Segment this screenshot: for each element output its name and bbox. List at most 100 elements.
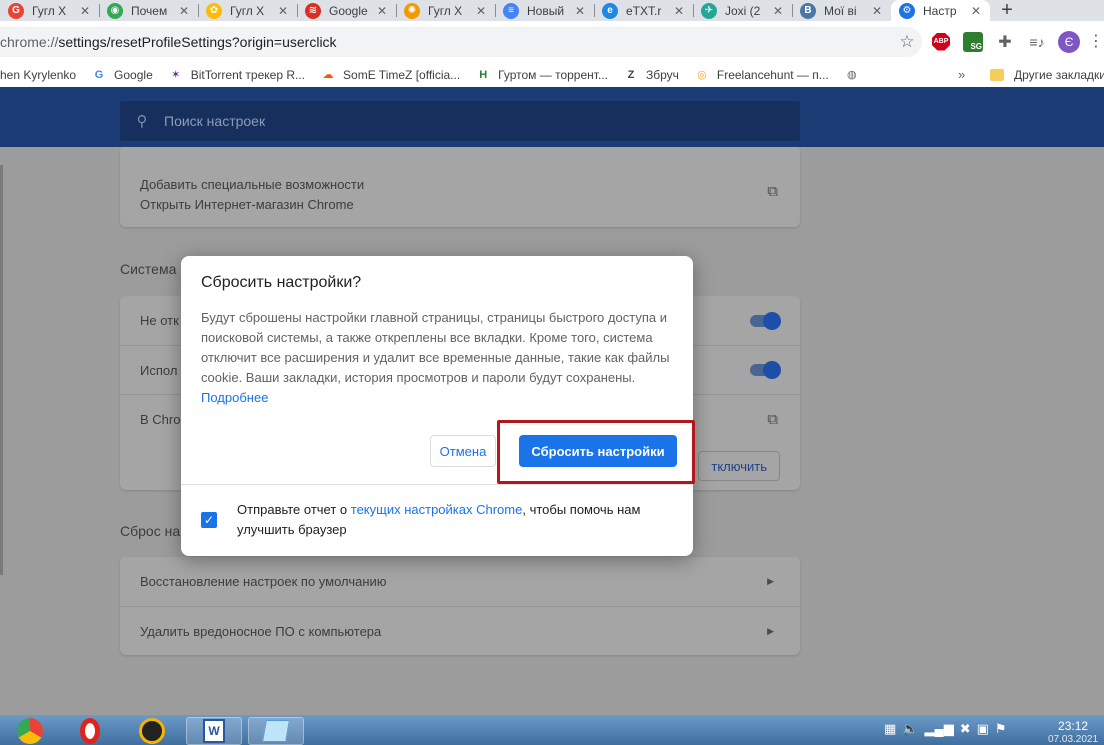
bookmark-item[interactable]: G Google [92,68,153,82]
browser-tab[interactable]: e eTXT.r ✕ [594,0,693,21]
taskbar-joxi[interactable] [248,717,304,745]
taskbar-word[interactable]: W [186,717,242,745]
system-row-label: Испол [140,362,178,378]
settings-search-input[interactable] [164,113,764,129]
tray-x-icon[interactable]: ✖ [960,721,971,737]
bookmark-star-icon[interactable]: ☆ [892,32,922,52]
other-bookmarks-folder[interactable]: Другие закладки [990,68,1104,82]
cancel-button[interactable]: Отмена [430,435,496,467]
tray-folder-icon[interactable]: ▣ [977,721,989,737]
open-in-new-icon[interactable]: ⧉ [767,411,778,428]
browser-tab[interactable]: ≋ Google ✕ [297,0,396,21]
taskbar-opera[interactable] [62,717,118,745]
bookmark-item[interactable]: ◎ Freelancehunt — п... [695,68,829,82]
bookmark-item[interactable]: hen Kyrylenko [0,68,76,82]
address-bar[interactable]: chrome://settings/resetProfileSettings?o… [0,26,922,57]
accessibility-card: Добавить специальные возможности Открыть… [120,147,800,227]
close-tab-icon[interactable]: ✕ [869,4,885,18]
learn-more-link[interactable]: Подробнее [201,390,268,405]
tab-title: eTXT.r [626,3,662,18]
disable-button[interactable]: тключить [698,451,780,481]
close-tab-icon[interactable]: ✕ [671,4,687,18]
google-photos-tab-icon: ✿ [206,2,222,19]
bookmark-item[interactable]: ✶ BitTorrent трекер R... [169,68,305,82]
network-signal-icon[interactable]: ▂▄▆ [924,721,953,737]
accessibility-subtitle: Открыть Интернет-магазин Chrome [140,197,354,212]
bookmark-label: hen Kyrylenko [0,67,77,82]
volume-icon[interactable]: 🔈 [902,721,918,737]
close-tab-icon[interactable]: ✕ [473,4,489,18]
tab-title: Настр [923,3,957,18]
accessibility-row[interactable]: Добавить специальные возможности Открыть… [140,175,364,215]
windows-taskbar: W ▦ 🔈 ▂▄▆ ✖ ▣ ⚑ 23:12 07.03.2021 [0,715,1104,745]
tray-app-icon[interactable]: ▦ [884,721,896,737]
browser-tab[interactable]: В Мої ві ✕ [792,0,891,21]
reset-settings-dialog: Сбросить настройки? Будут сброшены настр… [181,256,695,556]
adblock-extension-button[interactable]: ABP [928,29,954,55]
taskbar-clock[interactable]: 23:12 07.03.2021 [1048,719,1098,745]
system-row-label: В Chro [140,411,181,427]
media-queue-icon: ≡♪ [1029,33,1045,50]
cleanup-computer-row[interactable]: Удалить вредоносное ПО с компьютера ▶ [120,606,800,655]
close-tab-icon[interactable]: ✕ [374,4,390,18]
bittorrent-bookmark-icon: ✶ [171,69,181,81]
browser-tab[interactable]: ✈ Joxi (2 ✕ [693,0,792,21]
close-tab-icon[interactable]: ✕ [77,4,93,18]
bookmark-item[interactable]: ☁ SomE TimeZ [officia... [321,68,461,82]
tab-title: Joxi (2 [725,3,761,18]
vk-tab-icon: В [800,2,816,19]
browser-tab[interactable]: G Гугл Х ✕ [0,0,99,21]
taskbar-chrome[interactable] [2,717,58,745]
bookmarks-overflow-button[interactable]: » [958,67,965,82]
dialog-body-text: Будут сброшены настройки главной страниц… [201,310,670,385]
hardware-acceleration-toggle[interactable] [750,361,781,379]
tray-flag-icon[interactable]: ⚑ [995,721,1007,737]
word-icon: W [203,719,225,743]
media-controls-button[interactable]: ≡♪ [1024,29,1050,55]
report-checkbox[interactable]: ✓ [201,512,217,528]
tab-title: Почем [131,3,168,18]
settings-header: ⚲ [0,87,1104,147]
bookmark-item[interactable]: ◍ [845,68,867,82]
reset-section-title: Сброс на [120,523,181,539]
restore-defaults-label: Восстановление настроек по умолчанию [140,574,387,589]
tab-strip: G Гугл Х ✕ ◉ Почем ✕ ✿ Гугл Х ✕ ≋ Google ✕ ✺ Гугл Х ✕ ≡… [0,0,1104,21]
bookmark-label: Гуртом — торрент... [498,67,608,82]
open-in-new-icon[interactable]: ⧉ [767,183,778,200]
close-tab-icon[interactable]: ✕ [770,4,786,18]
browser-tab[interactable]: ✿ Гугл Х ✕ [198,0,297,21]
close-tab-icon[interactable]: ✕ [572,4,588,18]
tab-title: Гугл Х [428,3,463,18]
background-apps-toggle[interactable] [750,311,781,330]
restore-defaults-row[interactable]: Восстановление настроек по умолчанию ▶ [120,557,800,606]
close-tab-icon[interactable]: ✕ [968,4,984,18]
chrome-menu-icon[interactable]: ⋮ [1088,33,1104,50]
adblock-icon: ABP [932,32,950,51]
chrome-tab-icon: ◉ [107,2,123,19]
close-tab-icon[interactable]: ✕ [275,4,291,18]
taskbar-aimp[interactable] [124,717,180,745]
new-tab-button[interactable]: + [994,0,1020,21]
system-row-label: Не отк [140,313,179,328]
browser-tab[interactable]: ◉ Почем ✕ [99,0,198,21]
browser-tab[interactable]: ≡ Новый ✕ [495,0,594,21]
joxi-tab-icon: ✈ [701,2,717,19]
sg-extension-button[interactable]: SG [960,29,986,55]
browser-tab[interactable]: ✺ Гугл Х ✕ [396,0,495,21]
bookmark-item[interactable]: H Гуртом — торрент... [476,68,608,82]
clock-date: 07.03.2021 [1048,734,1099,745]
settings-search-box[interactable]: ⚲ [120,101,800,141]
tab-title: Гугл Х [32,3,67,18]
close-tab-icon[interactable]: ✕ [176,4,192,18]
bookmark-label: Freelancehunt — п... [716,67,829,82]
bookmark-label: Google [114,67,153,82]
current-settings-link[interactable]: текущих настройках Chrome [351,502,523,517]
bookmarks-bar: hen Kyrylenko G Google ✶ BitTorrent трекер R… [0,62,1104,87]
bookmark-item[interactable]: Z Збруч [624,68,679,82]
extensions-button[interactable]: ✚ [992,29,1018,55]
browser-tab[interactable]: ⚙ Настр ✕ [891,0,990,21]
profile-button[interactable]: Є [1056,29,1082,55]
address-url[interactable]: chrome://settings/resetProfileSettings?o… [0,34,892,50]
chevron-right-icon: ▶ [767,576,774,586]
annotation-highlight-box [497,420,695,484]
